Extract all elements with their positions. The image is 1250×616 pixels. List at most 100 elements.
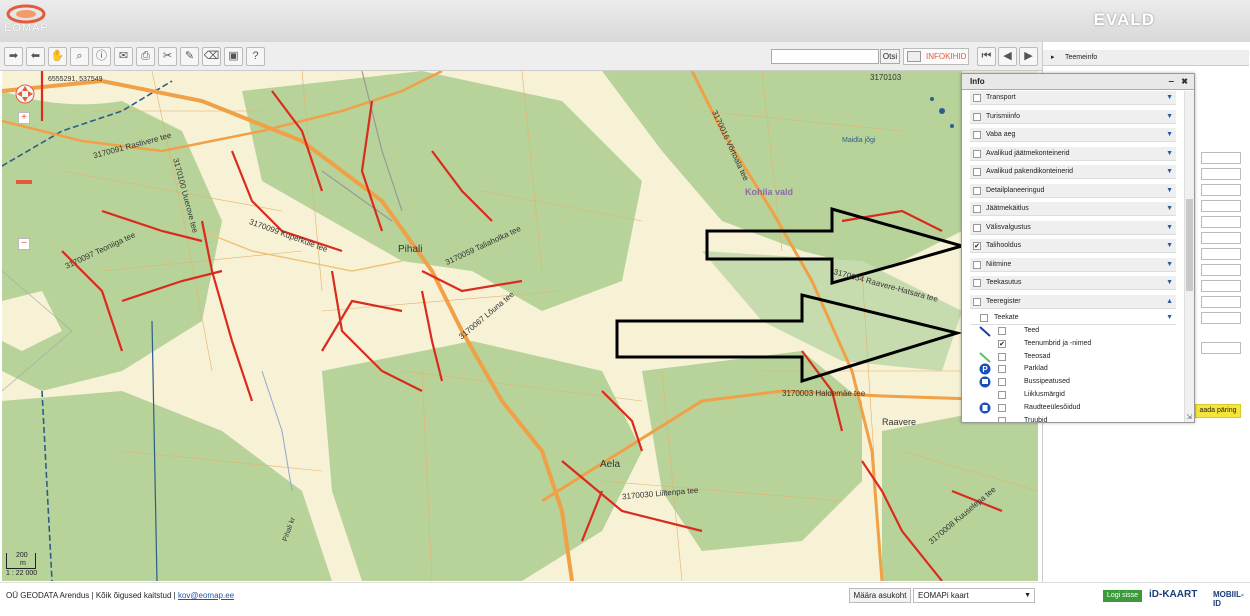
- sublayer-checkbox[interactable]: [998, 365, 1006, 374]
- layer-row[interactable]: Avalikud pakendikonteinerid ▼: [970, 165, 1176, 179]
- chevron-down-icon[interactable]: ▼: [1166, 184, 1173, 197]
- back-icon[interactable]: ⬅: [26, 47, 45, 66]
- login-button[interactable]: Logi sisse: [1103, 590, 1142, 602]
- chevron-down-icon[interactable]: ▼: [1166, 276, 1173, 289]
- chevron-down-icon[interactable]: ▼: [1166, 239, 1173, 252]
- mail-icon[interactable]: ✉: [114, 47, 133, 66]
- layer-row[interactable]: Vaba aeg ▼: [970, 128, 1176, 142]
- layer-row[interactable]: Detailplaneeringud ▼: [970, 183, 1176, 198]
- layer-row[interactable]: Teekasutus ▼: [970, 276, 1176, 290]
- resize-handle-icon[interactable]: ⇲: [1186, 413, 1192, 421]
- chevron-down-icon[interactable]: ▼: [1166, 110, 1173, 123]
- sublayer-row[interactable]: Bussipeatused: [978, 376, 1168, 388]
- help-icon[interactable]: ?: [246, 47, 265, 66]
- layer-checkbox[interactable]: [973, 223, 981, 232]
- form-field[interactable]: [1201, 168, 1241, 180]
- sublayer-row[interactable]: ✔ Teenumbrid ja -nimed: [978, 338, 1168, 350]
- sublayer-row[interactable]: Teeosad: [978, 351, 1168, 363]
- form-field[interactable]: [1201, 312, 1241, 324]
- forward-icon[interactable]: ➡: [4, 47, 23, 66]
- layer-checkbox[interactable]: [973, 279, 981, 287]
- layer-checkbox[interactable]: [973, 94, 981, 102]
- scrollbar-thumb[interactable]: [1186, 199, 1193, 291]
- map-type-select[interactable]: EOMAPi kaart ▼: [913, 588, 1035, 603]
- image-icon[interactable]: ▣: [224, 47, 243, 66]
- zoom-in-button[interactable]: +: [18, 112, 30, 124]
- query-button[interactable]: aada päring: [1195, 404, 1241, 418]
- sublayer-row[interactable]: P Parklad: [978, 363, 1168, 375]
- layer-row[interactable]: Teeregister ▲: [970, 294, 1176, 309]
- mobiil-id-logo[interactable]: MOBIIL-ID: [1213, 590, 1250, 608]
- layer-checkbox[interactable]: [973, 149, 981, 158]
- pan-hand-icon[interactable]: ✋: [48, 47, 67, 66]
- form-field[interactable]: [1201, 200, 1241, 212]
- sublayer-row[interactable]: Raudteeülesõidud: [978, 402, 1168, 414]
- zoom-icon[interactable]: ⌕: [70, 47, 89, 66]
- zoom-slider-knob[interactable]: [16, 180, 32, 184]
- next-page-icon[interactable]: ▶: [1019, 47, 1038, 66]
- layer-checkbox[interactable]: [973, 131, 981, 139]
- layer-row[interactable]: Turismiinfo ▼: [970, 109, 1176, 124]
- scissors-icon[interactable]: ✂: [158, 47, 177, 66]
- chevron-down-icon[interactable]: ▼: [1166, 91, 1173, 104]
- sublayer-checkbox[interactable]: [998, 416, 1006, 422]
- chevron-down-icon[interactable]: ▼: [1166, 221, 1173, 234]
- layer-checkbox[interactable]: ✔: [973, 242, 981, 250]
- sublayer-group-teekate[interactable]: Teekate ▼: [970, 311, 1176, 325]
- sublayer-row[interactable]: Liiklusmärgid: [978, 389, 1168, 401]
- sublayer-checkbox[interactable]: [998, 391, 1006, 399]
- teemeinfo-header[interactable]: ▸ Teemeinfo: [1043, 50, 1249, 66]
- layer-checkbox[interactable]: [973, 112, 981, 121]
- draw-icon[interactable]: ✎: [180, 47, 199, 66]
- layer-row[interactable]: ✔ Talihooldus ▼: [970, 239, 1176, 253]
- layer-checkbox[interactable]: [973, 186, 981, 195]
- layer-checkbox[interactable]: [973, 168, 981, 176]
- layer-checkbox[interactable]: [973, 297, 981, 306]
- chevron-down-icon[interactable]: ▼: [1166, 165, 1173, 178]
- layer-row[interactable]: Avalikud jäätmekonteinerid ▼: [970, 146, 1176, 161]
- sublayer-row[interactable]: Truubid: [978, 415, 1168, 422]
- chevron-up-icon[interactable]: ▲: [1166, 295, 1173, 308]
- prev-page-icon[interactable]: ◀: [998, 47, 1017, 66]
- search-button[interactable]: Otsi: [880, 49, 900, 64]
- sublayer-checkbox[interactable]: [998, 378, 1006, 387]
- first-page-icon[interactable]: ⏮: [977, 47, 996, 66]
- layer-row[interactable]: Niitmine ▼: [970, 257, 1176, 272]
- info-scrollbar[interactable]: [1184, 91, 1194, 422]
- close-button[interactable]: ✖: [1181, 74, 1188, 90]
- layer-checkbox[interactable]: [973, 205, 981, 213]
- sublayer-checkbox[interactable]: [998, 403, 1006, 412]
- form-field[interactable]: [1201, 232, 1241, 244]
- sublayer-checkbox[interactable]: [998, 327, 1006, 335]
- eraser-icon[interactable]: ⌫: [202, 47, 221, 66]
- zoom-out-button[interactable]: −: [18, 238, 30, 250]
- form-field[interactable]: [1201, 152, 1241, 164]
- chevron-down-icon[interactable]: ▼: [1166, 258, 1173, 271]
- idkaart-logo[interactable]: iD-KAART: [1149, 589, 1197, 600]
- sublayer-row[interactable]: Teed: [978, 325, 1168, 337]
- form-select[interactable]: [1201, 184, 1241, 196]
- eomap-logo[interactable]: EOMAP: [2, 2, 82, 38]
- infokihid-button[interactable]: INFOKIHID: [903, 48, 969, 65]
- map-canvas[interactable]: Pihali Aela Kohila vald Raavere Maidla j…: [2, 71, 1038, 581]
- chevron-down-icon[interactable]: ▼: [1166, 147, 1173, 160]
- info-icon[interactable]: ⓘ: [92, 47, 111, 66]
- layer-row[interactable]: Välisvalgustus ▼: [970, 220, 1176, 235]
- sublayer-checkbox[interactable]: [998, 352, 1006, 361]
- layer-row[interactable]: Transport ▼: [970, 91, 1176, 105]
- layer-checkbox[interactable]: [973, 260, 981, 269]
- teekate-checkbox[interactable]: [980, 314, 988, 322]
- sublayer-checkbox[interactable]: ✔: [998, 339, 1006, 348]
- form-select[interactable]: [1201, 296, 1241, 308]
- chevron-down-icon[interactable]: ▼: [1166, 128, 1173, 141]
- locate-button[interactable]: Määra asukoht: [849, 588, 911, 603]
- print-icon[interactable]: ⎙: [136, 47, 155, 66]
- search-input[interactable]: [771, 49, 879, 64]
- minimize-button[interactable]: –: [1168, 74, 1174, 90]
- chevron-down-icon[interactable]: ▼: [1166, 311, 1173, 324]
- form-select[interactable]: [1201, 264, 1241, 276]
- form-field[interactable]: [1201, 216, 1241, 228]
- form-select[interactable]: [1201, 342, 1241, 354]
- chevron-down-icon[interactable]: ▼: [1166, 202, 1173, 215]
- layer-row[interactable]: Jäätmekäitlus ▼: [970, 202, 1176, 216]
